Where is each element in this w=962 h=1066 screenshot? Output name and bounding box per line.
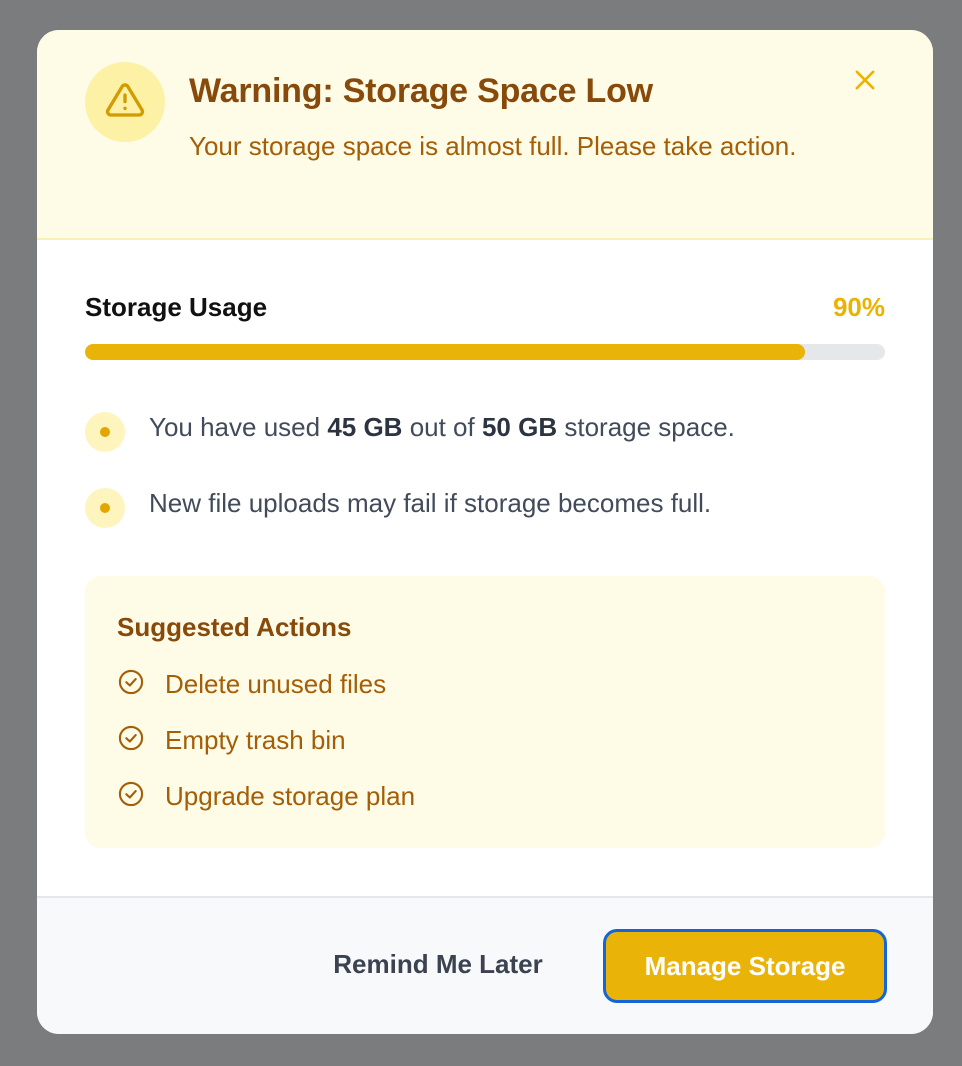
usage-note-middle: out of [402, 412, 482, 442]
dialog-footer: Remind Me Later Manage Storage [37, 896, 933, 1034]
suggested-action-label: Upgrade storage plan [165, 780, 416, 811]
suggested-action-item: Empty trash bin [117, 724, 346, 756]
check-circle-icon [117, 724, 145, 757]
storage-warning-dialog: Warning: Storage Space Low Your storage … [37, 30, 933, 1034]
usage-note: You have used 45 GB out of 50 GB storage… [149, 412, 735, 443]
remind-me-later-button[interactable]: Remind Me Later [307, 928, 569, 1000]
storage-progress-bar [85, 344, 885, 360]
suggested-actions-box: Suggested Actions Delete unused files Em… [85, 576, 885, 848]
close-icon [851, 66, 879, 99]
storage-usage-percent: 90% [832, 292, 885, 322]
dialog-title: Warning: Storage Space Low [189, 72, 653, 110]
suggested-action-label: Delete unused files [165, 668, 387, 699]
dialog-message: Your storage space is almost full. Pleas… [189, 131, 797, 161]
warning-icon-container [85, 62, 165, 142]
used-amount: 45 GB [327, 412, 403, 442]
storage-progress-fill [85, 344, 805, 360]
suggested-action-item: Delete unused files [117, 668, 386, 700]
total-amount: 50 GB [481, 412, 558, 442]
suggested-action-label: Empty trash bin [165, 724, 346, 755]
close-button[interactable] [849, 66, 881, 98]
check-circle-icon [117, 780, 145, 813]
storage-usage-label: Storage Usage [85, 292, 268, 322]
usage-note-prefix: You have used [149, 412, 328, 442]
bullet-dot [85, 412, 125, 452]
warning-triangle-icon [105, 80, 145, 125]
suggested-actions-title: Suggested Actions [117, 612, 352, 642]
bullet-dot [85, 488, 125, 528]
check-circle-icon [117, 668, 145, 701]
suggested-action-item: Upgrade storage plan [117, 780, 415, 812]
usage-note-suffix: storage space. [557, 412, 735, 442]
manage-storage-button[interactable]: Manage Storage [603, 929, 887, 1003]
dialog-header: Warning: Storage Space Low Your storage … [37, 30, 933, 240]
upload-fail-note: New file uploads may fail if storage bec… [149, 488, 712, 518]
